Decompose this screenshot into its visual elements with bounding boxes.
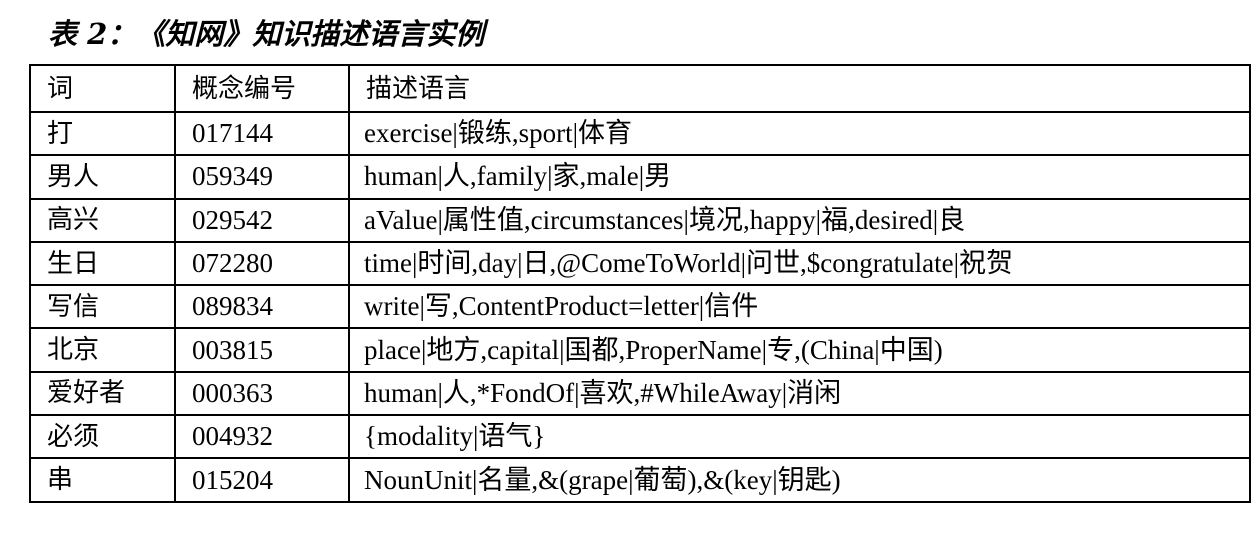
table-row: 高兴 029542 aValue|属性值,circumstances|境况,ha… [29, 197, 1251, 243]
cell-concept-id: 072280 [174, 240, 350, 287]
table-row: 爱好者 000363 human|人,*FondOf|喜欢,#WhileAway… [29, 370, 1251, 417]
cell-word: 高兴 [29, 197, 176, 243]
cell-description: write|写,ContentProduct=letter|信件 [348, 284, 1251, 330]
table-row: 串 015204 NounUnit|名量,&(grape|葡萄),&(key|钥… [29, 457, 1251, 503]
header-word: 词 [29, 64, 176, 113]
cell-concept-id: 089834 [174, 284, 350, 330]
table-row: 必须 004932 {modality|语气} [29, 414, 1251, 460]
cell-concept-id: 004932 [174, 414, 350, 460]
cell-word: 写信 [29, 284, 176, 330]
header-concept-id: 概念编号 [174, 64, 350, 113]
cell-description: exercise|锻练,sport|体育 [348, 110, 1251, 157]
table-row: 北京 003815 place|地方,capital|国都,ProperName… [29, 327, 1251, 373]
cell-word: 必须 [29, 414, 176, 460]
cell-description: human|人,family|家,male|男 [348, 154, 1251, 200]
cell-description: place|地方,capital|国都,ProperName|专,(China|… [348, 327, 1251, 373]
cell-word: 串 [29, 457, 176, 503]
table-row: 男人 059349 human|人,family|家,male|男 [29, 154, 1251, 200]
header-description: 描述语言 [348, 64, 1251, 113]
cell-concept-id: 017144 [174, 110, 350, 157]
cell-concept-id: 059349 [174, 154, 350, 200]
table-row: 生日 072280 time|时间,day|日,@ComeToWorld|问世,… [29, 240, 1251, 287]
cell-description: time|时间,day|日,@ComeToWorld|问世,$congratul… [348, 240, 1251, 287]
cell-word: 打 [29, 110, 176, 157]
cell-word: 北京 [29, 327, 176, 373]
cell-word: 爱好者 [29, 370, 176, 417]
cell-concept-id: 029542 [174, 197, 350, 243]
cell-concept-id: 015204 [174, 457, 350, 503]
cell-description: human|人,*FondOf|喜欢,#WhileAway|消闲 [348, 370, 1251, 417]
cell-word: 生日 [29, 240, 176, 287]
cell-concept-id: 003815 [174, 327, 350, 373]
cell-concept-id: 000363 [174, 370, 350, 417]
table-row: 打 017144 exercise|锻练,sport|体育 [29, 110, 1251, 157]
cell-description: aValue|属性值,circumstances|境况,happy|福,desi… [348, 197, 1251, 243]
cell-word: 男人 [29, 154, 176, 200]
hownet-knowledge-table: 词 概念编号 描述语言 打 017144 exercise|锻练,sport|体… [29, 64, 1251, 503]
table-row: 写信 089834 write|写,ContentProduct=letter|… [29, 284, 1251, 330]
table-header-row: 词 概念编号 描述语言 [29, 64, 1251, 113]
cell-description: NounUnit|名量,&(grape|葡萄),&(key|钥匙) [348, 457, 1251, 503]
table-caption: 表 2：《知网》知识描述语言实例 [48, 17, 485, 51]
cell-description: {modality|语气} [348, 414, 1251, 460]
